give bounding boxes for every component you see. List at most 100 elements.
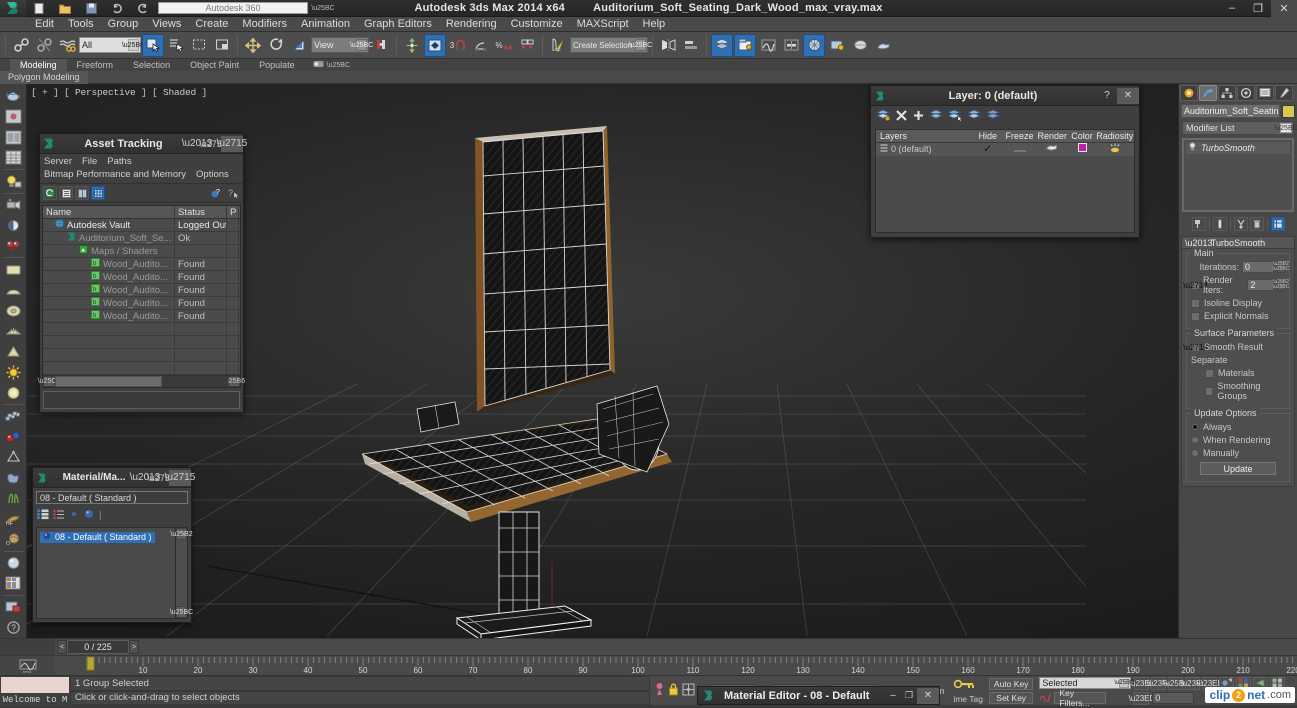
plane-primitive-icon[interactable] <box>2 259 25 280</box>
quick-access-toolbar[interactable]: Autodesk 360 \u25BC <box>28 2 335 15</box>
menu-paths[interactable]: Paths <box>107 156 131 167</box>
menu-file[interactable]: File <box>82 156 97 167</box>
list-small-icons-icon[interactable] <box>53 509 65 523</box>
lock-selection-icon[interactable] <box>668 683 679 699</box>
window-crossing-toggle-icon[interactable] <box>211 34 233 57</box>
set-key-filters-icon[interactable] <box>1039 691 1052 705</box>
lightbulb-icon[interactable] <box>1188 141 1197 155</box>
restore-button[interactable]: ❐ <box>901 688 917 704</box>
horizontal-scrollbar[interactable]: \u25C0 \u25B6 <box>38 375 245 387</box>
spreadsheet-icon[interactable] <box>2 148 25 169</box>
menu-server[interactable]: Server <box>44 156 72 167</box>
minimize-button[interactable]: – <box>1219 0 1245 17</box>
modifier-list-dropdown[interactable]: Modifier List \u25BC <box>1182 121 1297 135</box>
light-lister-icon[interactable] <box>2 171 25 192</box>
material-browser-titlebar[interactable]: Material/Ma... \u2013 \u2750 \u2715 <box>33 468 195 488</box>
material-list[interactable]: 08 - Default ( Standard ) \u25B2 \u25BC <box>36 527 193 619</box>
shell-primitive-icon[interactable] <box>2 321 25 342</box>
ribbon-tab-freeform[interactable]: Freeform <box>67 59 124 71</box>
minimize-button[interactable]: – <box>885 688 901 704</box>
edit-named-selection-sets-icon[interactable]: Abc <box>547 34 569 57</box>
scroll-left-icon[interactable]: \u25C0 <box>38 376 60 387</box>
welcome-panel[interactable]: Welcome to M <box>0 676 70 706</box>
daylight-system-icon[interactable] <box>2 215 25 236</box>
select-and-rotate-icon[interactable] <box>265 34 287 57</box>
angle-snap-toggle-icon[interactable]: 3 <box>447 34 469 57</box>
spinner-snap-toggle-icon[interactable] <box>516 34 538 57</box>
redo-icon[interactable] <box>132 0 154 20</box>
add-to-layer-icon[interactable] <box>913 110 924 124</box>
radiosity-toggle-icon[interactable] <box>1096 143 1134 157</box>
menu-create[interactable]: Create <box>188 17 235 32</box>
layer-table[interactable]: Layers Hide Freeze Render Color Radiosit… <box>875 129 1135 233</box>
material-editor-icon[interactable] <box>803 33 825 57</box>
teapot-primitive-icon[interactable] <box>2 86 25 107</box>
omni-light-icon[interactable] <box>2 382 25 403</box>
chair-3d-model[interactable] <box>347 124 767 638</box>
table-row[interactable]: Maps / Shaders <box>43 244 240 258</box>
menu-maxscript[interactable]: MAXScript <box>570 17 636 32</box>
modifier-stack[interactable]: TurboSmooth <box>1182 138 1294 212</box>
particle-flow-icon[interactable] <box>2 236 25 257</box>
chevron-down-icon[interactable]: \u25BC <box>350 39 373 51</box>
iterations-spinner[interactable]: \u25B2 \u25BC <box>1273 261 1289 273</box>
help-pointer-icon[interactable]: ? <box>226 186 240 200</box>
chevron-down-icon[interactable]: \u25BC <box>122 39 145 51</box>
color-swatch[interactable] <box>1069 143 1096 156</box>
menu-rendering[interactable]: Rendering <box>439 17 504 32</box>
layer-manager-icon[interactable] <box>711 33 733 57</box>
menu-help[interactable]: Help <box>636 17 673 32</box>
motion-tab[interactable] <box>1237 85 1255 101</box>
ribbon-toggle-icon[interactable] <box>313 60 324 70</box>
vertical-scrollbar[interactable]: \u25B2 \u25BC <box>170 528 193 618</box>
next-frame-button[interactable]: > <box>129 640 139 654</box>
freeze-cell[interactable] <box>1003 143 1036 156</box>
cloth-simulation-icon[interactable] <box>2 468 25 489</box>
align-icon[interactable] <box>680 34 702 57</box>
measure-tool-icon[interactable] <box>2 447 25 468</box>
rectangular-selection-region-icon[interactable] <box>188 34 210 57</box>
column-color[interactable]: Color <box>1069 130 1096 142</box>
reference-coordinate-combo[interactable]: View \u25BC <box>311 37 373 53</box>
menu-customize[interactable]: Customize <box>504 17 570 32</box>
column-name[interactable]: Name <box>43 206 175 218</box>
snaps-toggle-icon[interactable] <box>424 33 446 57</box>
asset-tracking-window[interactable]: Asset Tracking \u2013 \u2750 \u2715 Serv… <box>38 133 247 413</box>
column-render[interactable]: Render <box>1036 130 1069 142</box>
scroll-thumb[interactable] <box>55 376 163 387</box>
smoothing-groups-checkbox[interactable] <box>1205 386 1214 396</box>
chevron-down-icon[interactable]: \u25BC <box>1274 123 1297 133</box>
help-button[interactable]: ? <box>1097 88 1117 104</box>
key-mode-toggle-icon[interactable] <box>953 678 983 693</box>
curve-editor-icon[interactable] <box>757 34 779 57</box>
open-mini-curve-editor-icon[interactable]: keys <box>0 656 55 675</box>
key-mode-combo[interactable]: Selected \u25BC <box>1039 676 1134 689</box>
material-search-field[interactable]: 08 - Default ( Standard ) <box>36 491 188 504</box>
unlink-selection-icon[interactable] <box>33 34 55 57</box>
open-file-icon[interactable] <box>54 0 76 20</box>
collapse-icon[interactable]: \u2013 <box>1185 238 1213 248</box>
render-setup-icon[interactable] <box>826 34 848 57</box>
prev-frame-button[interactable]: < <box>57 640 67 654</box>
asset-tracking-table[interactable]: Name Status P Autodesk Vault Logged Out … <box>38 205 245 388</box>
ribbon-tab-populate[interactable]: Populate <box>249 59 305 71</box>
modifier-stack-item-turbosmooth[interactable]: TurboSmooth <box>1186 141 1290 155</box>
material-map-browser-window[interactable]: Material/Ma... \u2013 \u2750 \u2715 08 -… <box>32 467 195 623</box>
mirror-icon[interactable] <box>657 34 679 57</box>
isoline-display-checkbox[interactable] <box>1191 298 1200 308</box>
highlight-selected-objects-icon[interactable] <box>946 109 963 124</box>
table-row[interactable]: b Wood_Audito... Found <box>43 283 240 297</box>
auto-key-button[interactable]: Auto Key <box>988 677 1034 690</box>
scroll-track[interactable] <box>55 376 228 387</box>
create-tab[interactable] <box>1180 85 1198 101</box>
scroll-down-icon[interactable]: \u25BC <box>170 606 193 618</box>
render-preview-icon[interactable] <box>2 107 25 128</box>
timeline-ruler[interactable]: 10 20 30 40 50 60 70 80 90 100 110 120 130 140 150… <box>55 656 1297 675</box>
table-row[interactable]: b Wood_Audito... Found <box>43 257 240 271</box>
material-editor-taskbar-item[interactable]: Material Editor - 08 - Default – ❐ ✕ <box>697 686 940 705</box>
delete-layer-icon[interactable] <box>896 109 907 124</box>
list-display-icon[interactable] <box>37 509 49 523</box>
list-view-icon[interactable] <box>59 186 73 200</box>
current-frame-input[interactable]: 0 <box>1152 692 1195 704</box>
object-name-field[interactable]: Auditorium_Soft_Seating <box>1181 104 1280 118</box>
